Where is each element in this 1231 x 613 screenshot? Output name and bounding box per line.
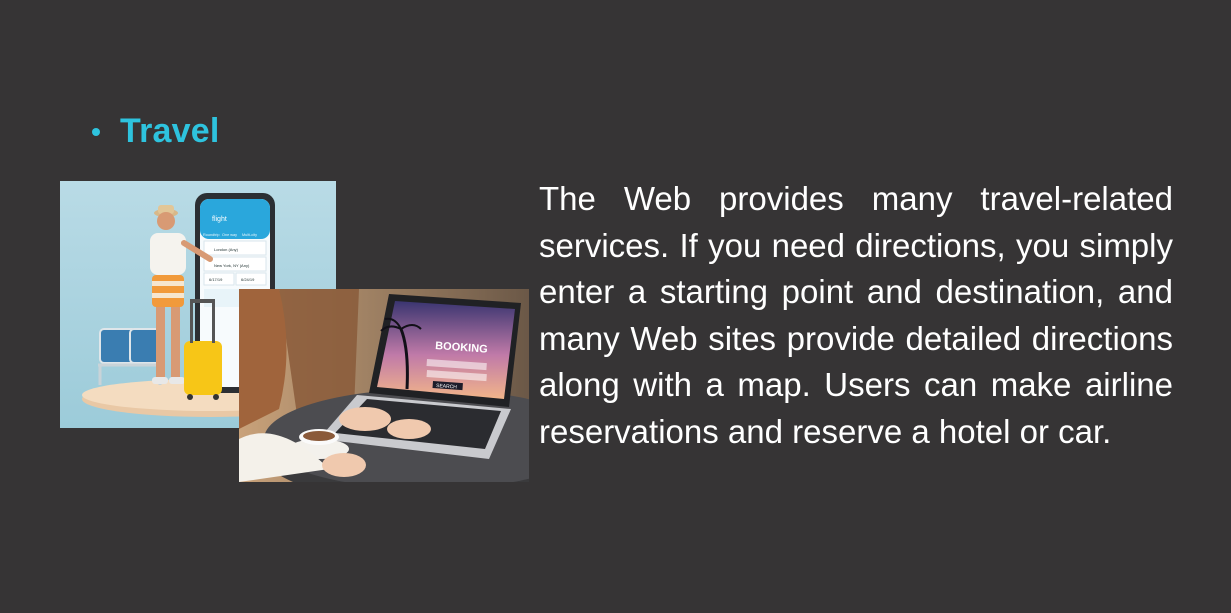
app-return: 6/24/19 xyxy=(241,277,255,282)
app-to: New York, NY (Any) xyxy=(214,263,250,268)
body-paragraph: The Web provides many travel-related ser… xyxy=(539,180,1173,450)
app-tab: Roundtrip xyxy=(203,233,219,237)
section-heading: Travel xyxy=(92,112,220,151)
app-tab: One way xyxy=(222,233,237,237)
laptop-booking-photo: BOOKING SEARCH xyxy=(239,289,529,482)
app-title: flight xyxy=(212,216,227,223)
heading-title: Travel xyxy=(120,112,220,150)
app-tab: Multi-city xyxy=(242,233,257,237)
app-from: London (Any) xyxy=(214,247,239,252)
bullet-icon xyxy=(92,127,100,136)
app-depart: 6/17/19 xyxy=(209,277,223,282)
